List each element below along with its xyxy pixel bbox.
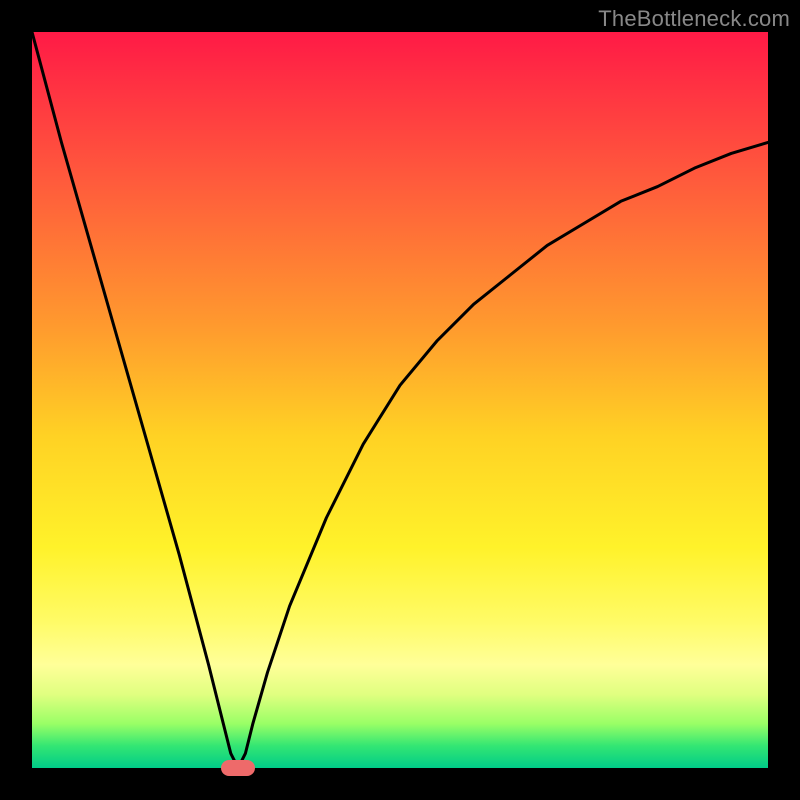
vertex-marker — [221, 760, 255, 776]
chart-frame: TheBottleneck.com — [0, 0, 800, 800]
curve-svg — [32, 32, 768, 768]
watermark-label: TheBottleneck.com — [598, 6, 790, 32]
plot-area — [32, 32, 768, 768]
bottleneck-curve — [32, 32, 768, 768]
